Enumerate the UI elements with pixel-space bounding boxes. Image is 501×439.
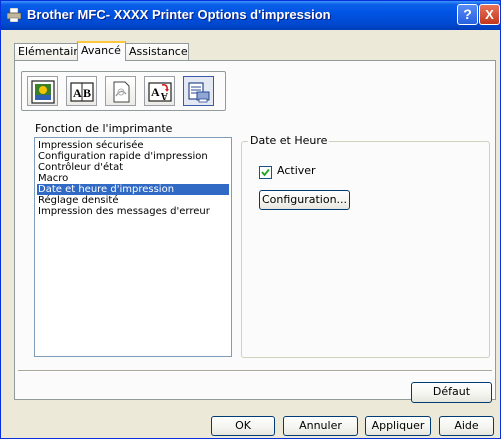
duplex-button[interactable]: A B xyxy=(66,76,97,106)
window-title: Brother MFC- XXXX Printer Options d'impr… xyxy=(27,7,331,22)
help-button[interactable]: ? xyxy=(457,4,478,25)
feature-list-label: Fonction de l'imprimante xyxy=(35,122,173,135)
list-item[interactable]: Impression sécurisée xyxy=(37,140,229,151)
duplex-ab-icon: A B xyxy=(70,82,94,102)
page-setting-button[interactable]: A A xyxy=(144,76,175,106)
separator xyxy=(18,370,492,372)
color-photo-icon xyxy=(31,80,55,104)
tab-elementaire[interactable]: Elémentaire xyxy=(14,43,84,60)
list-item[interactable]: Contrôleur d'état xyxy=(37,162,229,173)
ok-button[interactable]: OK xyxy=(211,416,275,436)
apply-button[interactable]: Appliquer xyxy=(365,416,431,436)
list-item-selected[interactable]: Date et heure d'impression xyxy=(37,184,229,195)
watermark-button[interactable] xyxy=(105,76,136,106)
printer-icon xyxy=(7,8,22,22)
svg-text:A: A xyxy=(160,90,168,101)
list-item[interactable]: Macro xyxy=(37,173,229,184)
printer-options-icon xyxy=(188,82,210,103)
tab-avance[interactable]: Avancé xyxy=(77,41,126,61)
activer-checkbox[interactable] xyxy=(259,166,272,179)
default-button[interactable]: Défaut xyxy=(411,382,492,403)
watermark-icon xyxy=(113,81,130,103)
close-icon: X xyxy=(485,7,494,22)
list-item[interactable]: Réglage densité xyxy=(37,195,229,206)
feature-icon-toolbar: A B A A xyxy=(21,71,226,111)
feature-listbox[interactable]: Impression sécurisée Configuration rapid… xyxy=(34,137,232,357)
list-item[interactable]: Impression des messages d'erreur xyxy=(37,206,229,217)
svg-text:A: A xyxy=(151,85,160,99)
tab-assistance[interactable]: Assistance xyxy=(125,43,189,60)
close-button[interactable]: X xyxy=(479,4,500,25)
svg-text:B: B xyxy=(83,86,91,100)
date-time-group-title: Date et Heure xyxy=(248,134,330,147)
checkmark-icon xyxy=(261,168,270,177)
list-item[interactable]: Configuration rapide d'impression xyxy=(37,151,229,162)
configuration-button[interactable]: Configuration... xyxy=(259,190,350,210)
title-bar[interactable]: Brother MFC- XXXX Printer Options d'impr… xyxy=(1,1,500,30)
print-quality-button[interactable] xyxy=(27,76,58,106)
printer-options-window: Brother MFC- XXXX Printer Options d'impr… xyxy=(0,0,501,439)
page-setting-icon: A A xyxy=(148,82,172,102)
svg-text:A: A xyxy=(73,86,82,100)
activer-label[interactable]: Activer xyxy=(277,164,316,177)
aide-button[interactable]: Aide xyxy=(439,416,494,436)
help-icon: ? xyxy=(463,6,472,22)
cancel-button[interactable]: Annuler xyxy=(283,416,358,436)
device-options-button[interactable] xyxy=(183,76,214,106)
